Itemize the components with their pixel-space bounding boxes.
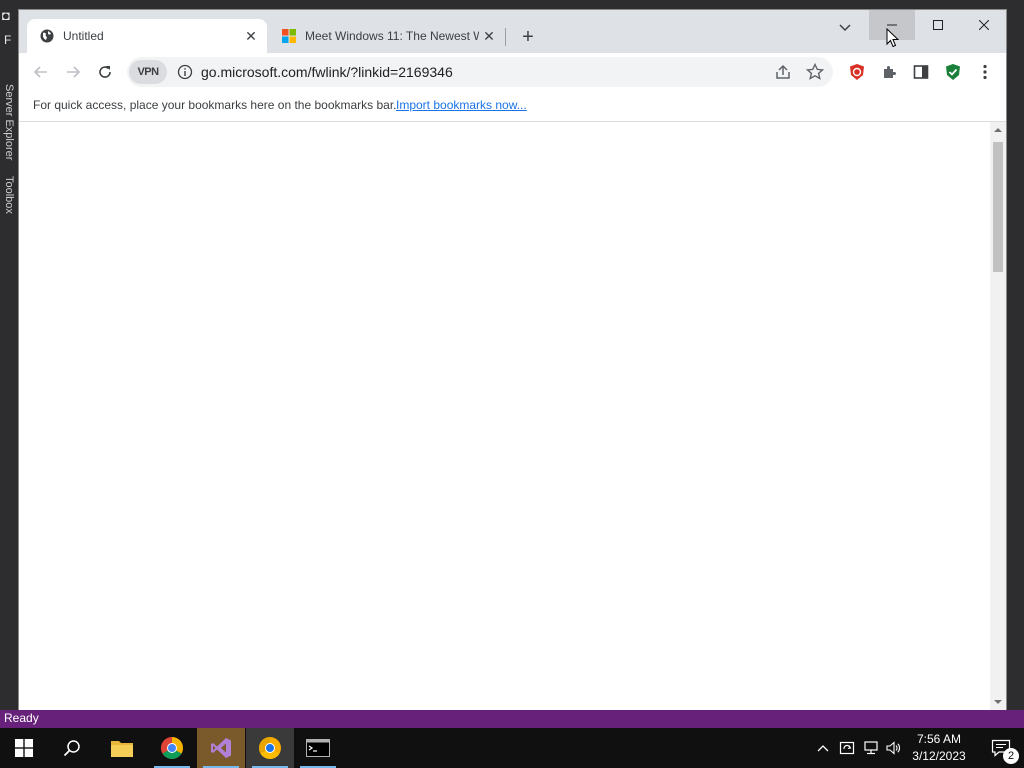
chevron-up-icon (817, 745, 829, 752)
more-menu-icon[interactable] (974, 61, 996, 83)
back-button[interactable] (27, 58, 55, 86)
adblock-extension-icon[interactable] (846, 61, 868, 83)
network-icon (864, 741, 878, 755)
extensions-puzzle-icon[interactable] (878, 61, 900, 83)
back-arrow-icon (33, 66, 47, 78)
toolbox-tab[interactable]: Toolbox (3, 176, 15, 220)
action-center-button[interactable]: 2 (978, 728, 1024, 768)
search-button[interactable] (48, 728, 96, 768)
folder-icon (111, 741, 133, 757)
search-icon (63, 740, 80, 757)
chrome-canary-icon (259, 737, 281, 759)
tab-meet-windows-11[interactable]: Meet Windows 11: The Newest W ✕ (269, 19, 505, 53)
scroll-up-icon[interactable] (994, 126, 1002, 134)
sync-icon (839, 741, 855, 755)
network-tray-icon[interactable] (860, 728, 882, 768)
bookmarks-bar: For quick access, place your bookmarks h… (19, 91, 1006, 122)
new-tab-button[interactable]: + (515, 24, 541, 50)
vs-status-text: Ready (4, 711, 39, 725)
bookmarks-bar-message: For quick access, place your bookmarks h… (33, 98, 397, 112)
scrollbar-thumb[interactable] (993, 142, 1003, 272)
visual-studio-taskbar-button[interactable] (197, 728, 245, 768)
tab-title: Meet Windows 11: The Newest W (305, 29, 479, 43)
visual-studio-logo-icon: ◘ (2, 8, 10, 23)
tab-title: Untitled (63, 29, 104, 43)
show-hidden-icons-button[interactable] (812, 728, 834, 768)
site-info-icon[interactable] (177, 64, 193, 80)
reload-icon (99, 66, 111, 78)
tab-separator (505, 28, 506, 46)
share-icon[interactable] (773, 62, 793, 82)
update-tray-icon[interactable] (836, 728, 858, 768)
maximize-icon (933, 20, 943, 30)
command-prompt-taskbar-button[interactable] (294, 728, 342, 768)
vertical-scrollbar[interactable] (990, 122, 1006, 710)
maximize-button[interactable] (915, 10, 961, 40)
import-bookmarks-link[interactable]: Import bookmarks now... (396, 98, 527, 112)
vs-status-bar: Ready (0, 710, 1024, 728)
tab-close-button[interactable]: ✕ (241, 26, 261, 46)
tab-search-button[interactable] (831, 16, 859, 40)
visual-studio-icon (211, 738, 231, 758)
shield-check-extension-icon[interactable] (942, 61, 964, 83)
close-icon (979, 20, 989, 30)
vs-file-menu[interactable]: F (4, 33, 11, 47)
start-button[interactable] (0, 728, 48, 768)
vpn-button[interactable]: VPN (129, 60, 167, 84)
close-window-button[interactable] (961, 10, 1007, 40)
taskbar-clock[interactable]: 7:56 AM 3/12/2023 (904, 731, 974, 765)
chrome-taskbar-button[interactable] (148, 728, 196, 768)
microsoft-logo-icon (281, 28, 297, 44)
tab-untitled[interactable]: Untitled ✕ (27, 19, 267, 53)
windows-logo-icon (15, 739, 33, 757)
page-content[interactable] (19, 122, 990, 710)
forward-arrow-icon (67, 66, 81, 78)
windows-taskbar: 7:56 AM 3/12/2023 2 (0, 728, 1024, 768)
scroll-down-icon[interactable] (994, 698, 1002, 706)
chrome-window: Untitled ✕ Meet Windows 11: The Newest W… (18, 9, 1007, 710)
command-prompt-icon (306, 739, 330, 757)
chevron-down-icon (839, 24, 851, 32)
speaker-icon (886, 741, 900, 755)
clock-time: 7:56 AM (916, 732, 962, 746)
forward-button[interactable] (59, 58, 87, 86)
chrome-icon (161, 737, 183, 759)
server-explorer-tab[interactable]: Server Explorer (3, 84, 15, 166)
visual-studio-window-edge: ◘ F Server Explorer Toolbox (0, 0, 18, 710)
chrome-canary-taskbar-button[interactable] (246, 728, 294, 768)
reload-button[interactable] (91, 58, 119, 86)
address-bar[interactable]: VPN go.microsoft.com/fwlink/?linkid=2169… (127, 57, 833, 87)
side-panel-icon[interactable] (910, 61, 932, 83)
tab-close-button[interactable]: ✕ (479, 26, 499, 46)
clock-date: 3/12/2023 (912, 749, 966, 763)
mouse-cursor-icon (886, 28, 900, 48)
tab-strip: Untitled ✕ Meet Windows 11: The Newest W… (19, 10, 1006, 53)
chrome-toolbar: VPN go.microsoft.com/fwlink/?linkid=2169… (19, 53, 1006, 91)
bookmark-star-icon[interactable] (805, 62, 825, 82)
globe-icon (39, 28, 55, 44)
notification-count-badge: 2 (1003, 748, 1019, 764)
file-explorer-button[interactable] (98, 728, 146, 768)
url-text[interactable]: go.microsoft.com/fwlink/?linkid=2169346 (201, 64, 453, 80)
volume-tray-icon[interactable] (882, 728, 904, 768)
